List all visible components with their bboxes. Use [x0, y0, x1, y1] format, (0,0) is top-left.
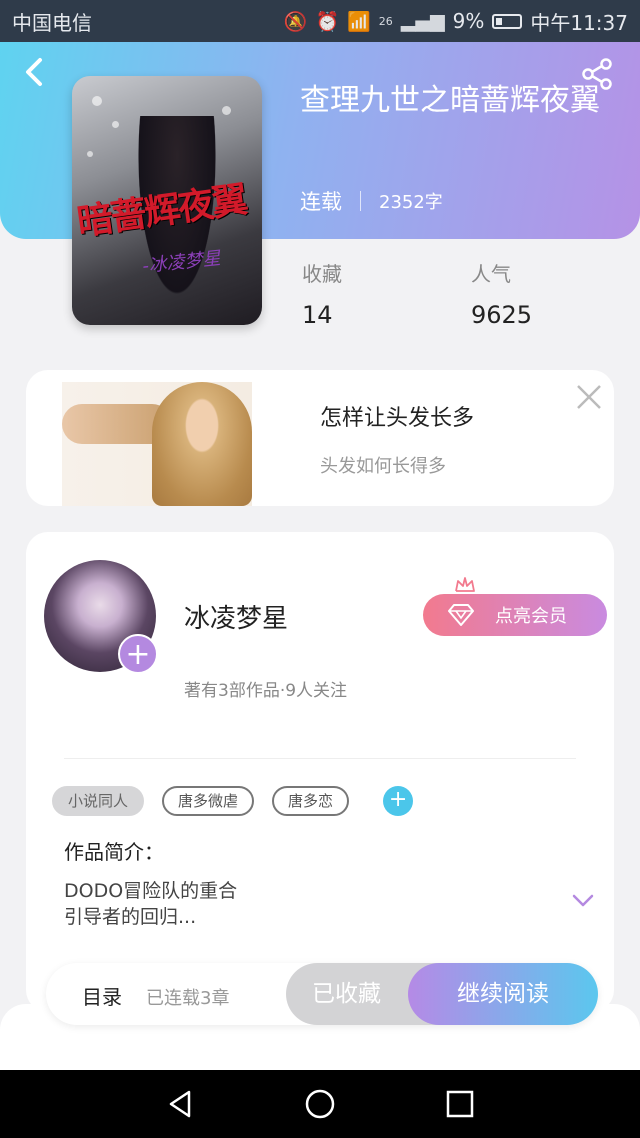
- chevron-down-icon[interactable]: [572, 894, 594, 908]
- ad-image-portrait: [152, 382, 252, 506]
- tag-list: 小说同人 唐多微虐 唐多恋 +: [52, 786, 414, 816]
- status-bar: 中国电信 🔕 ⏰ 📶 26 ▂▄▆ 9% 中午11:37: [0, 0, 640, 42]
- stat-popularity: 人气 9625: [471, 258, 532, 329]
- divider: [64, 758, 576, 759]
- tag-chip[interactable]: 唐多恋: [272, 786, 350, 816]
- tag-chip[interactable]: 唐多微虐: [162, 786, 255, 816]
- author-card: + 冰凌梦星 著有3部作品·9人关注 点亮会员 小说同人 唐多微虐 唐多恋 + …: [26, 532, 614, 1012]
- tag-chip[interactable]: 小说同人: [52, 786, 145, 816]
- stat-label: 收藏: [302, 262, 342, 286]
- plus-icon: +: [388, 787, 408, 812]
- battery-icon: [492, 13, 523, 29]
- serial-status: 连载: [300, 190, 342, 214]
- book-title: 查理九世之暗蔷辉夜翼: [300, 83, 600, 118]
- author-stats: 著有3部作品·9人关注: [184, 681, 348, 701]
- cover-blossom: [112, 121, 119, 128]
- network-label: 26: [378, 14, 393, 28]
- back-button[interactable]: [22, 56, 52, 90]
- close-icon: [577, 385, 601, 409]
- crown-icon: [455, 577, 475, 592]
- carrier-label: 中国电信: [12, 10, 92, 35]
- alarm-icon: ⏰: [315, 10, 340, 33]
- ad-card[interactable]: 怎样让头发长多 头发如何长得多: [26, 370, 614, 506]
- follow-button[interactable]: +: [118, 634, 158, 674]
- author-name[interactable]: 冰凌梦星: [184, 598, 288, 635]
- back-arrow-icon: [26, 58, 42, 86]
- vip-button[interactable]: 点亮会员: [423, 594, 607, 636]
- add-tag-button[interactable]: +: [383, 786, 414, 816]
- status-icons: 🔕 ⏰ 📶 26 ▂▄▆ 9% 中午11:37: [284, 7, 628, 36]
- nav-home-icon[interactable]: [303, 1087, 337, 1121]
- diamond-icon: [448, 604, 474, 626]
- stat-value: 9625: [471, 301, 533, 329]
- stat-favorites: 收藏 14: [302, 258, 342, 329]
- meta-divider: [360, 191, 361, 211]
- chapter-progress: 已连载3章: [146, 988, 230, 1009]
- nav-back-icon[interactable]: [163, 1087, 197, 1121]
- stat-label: 人气: [471, 262, 511, 286]
- intro-text: DODO冒险队的重合 引导者的回归...: [64, 880, 238, 928]
- toc-button[interactable]: 目录: [82, 981, 122, 1010]
- book-cover[interactable]: 暗蔷辉夜翼 -冰凌梦星: [72, 76, 262, 325]
- continue-reading-button[interactable]: 继续阅读: [408, 963, 598, 1025]
- ad-close-button[interactable]: [574, 382, 604, 412]
- wifi-icon: 📶: [347, 10, 371, 33]
- action-bar: 目录 已连载3章 已收藏 继续阅读: [46, 963, 598, 1025]
- book-meta: 连载 2352字: [300, 186, 443, 216]
- cover-blossom: [87, 151, 93, 157]
- cover-blossom: [222, 106, 231, 115]
- stat-value: 14: [302, 301, 333, 329]
- ad-image[interactable]: [62, 382, 252, 506]
- word-count: 2352字: [379, 192, 443, 213]
- clock: 中午11:37: [530, 10, 628, 35]
- signal-icon: ▂▄▆: [400, 10, 445, 32]
- cover-blossom: [92, 96, 102, 106]
- mute-icon: 🔕: [283, 10, 308, 33]
- ad-title[interactable]: 怎样让头发长多: [320, 400, 474, 432]
- vip-label: 点亮会员: [495, 606, 567, 627]
- nav-recents-icon[interactable]: [443, 1087, 477, 1121]
- plus-icon: +: [125, 637, 151, 672]
- intro-label: 作品简介：: [64, 840, 164, 864]
- battery-percent: 9%: [452, 9, 485, 33]
- system-nav-bar: [0, 1070, 640, 1138]
- ad-subtitle: 头发如何长得多: [320, 456, 446, 477]
